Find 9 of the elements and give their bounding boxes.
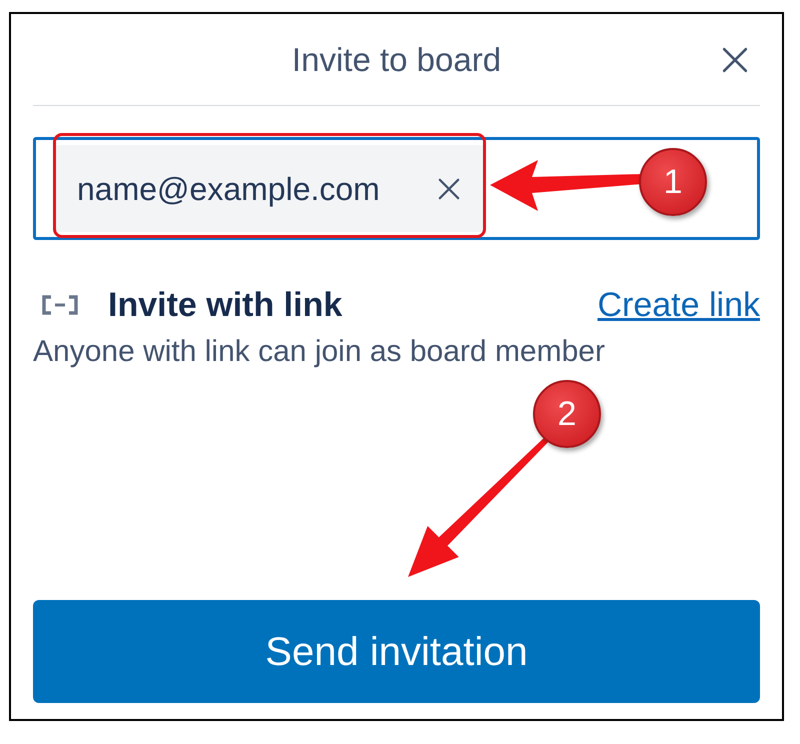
description-text: Anyone with link can join as board member [33, 337, 606, 367]
remove-icon[interactable] [438, 178, 460, 200]
section-heading: Invite with link [108, 288, 342, 322]
send-invitation-button[interactable]: Send invitation [33, 600, 760, 703]
create-link[interactable]: Create link [597, 288, 760, 322]
close-icon[interactable] [722, 46, 748, 72]
email-address: name@example.com [77, 172, 380, 204]
dialog-title: Invite to board [292, 43, 502, 76]
link-icon [42, 295, 78, 315]
